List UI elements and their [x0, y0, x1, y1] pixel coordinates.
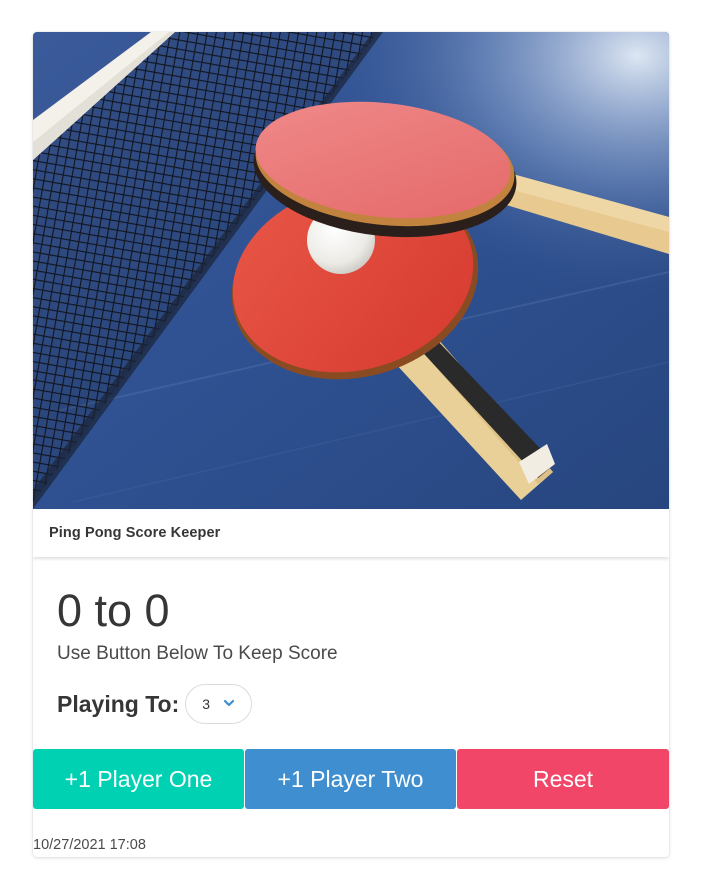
footer-timestamp: 10/27/2021 17:08 — [33, 837, 146, 853]
playing-to-row: Playing To: 3 — [57, 684, 253, 724]
player-one-button[interactable]: +1 Player One — [33, 749, 244, 809]
score-instruction: Use Button Below To Keep Score — [57, 643, 338, 664]
playing-to-label: Playing To: — [57, 690, 180, 717]
card-header: Ping Pong Score Keeper — [33, 509, 669, 557]
reset-button[interactable]: Reset — [457, 749, 669, 809]
playing-to-value: 3 — [202, 696, 211, 712]
player-two-button[interactable]: +1 Player Two — [245, 749, 456, 809]
chevron-down-icon — [224, 699, 235, 707]
button-row: +1 Player One +1 Player Two Reset — [33, 749, 669, 809]
score-keeper-card: Ping Pong Score Keeper 0 to 0 Use Button… — [33, 32, 669, 857]
playing-to-select[interactable]: 3 — [185, 684, 253, 724]
ping-pong-image — [33, 32, 669, 509]
card-header-title: Ping Pong Score Keeper — [49, 525, 221, 541]
score-display: 0 to 0 — [57, 585, 170, 636]
